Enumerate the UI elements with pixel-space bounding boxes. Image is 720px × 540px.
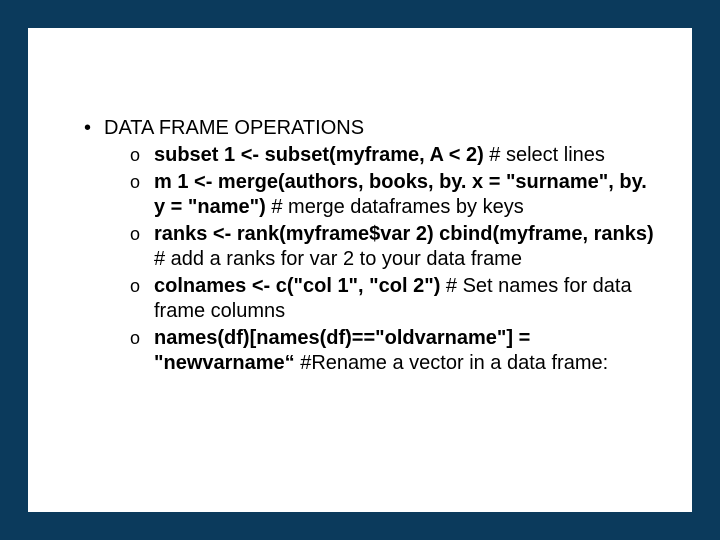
top-list: DATA FRAME OPERATIONS subset 1 <- subset… — [62, 116, 658, 376]
heading: DATA FRAME OPERATIONS — [104, 117, 364, 139]
list-item: colnames <- c("col 1", "col 2") # Set na… — [130, 274, 658, 324]
sub-list: subset 1 <- subset(myframe, A < 2) # sel… — [104, 143, 658, 376]
comment-span: # merge dataframes by keys — [266, 196, 524, 218]
list-item: subset 1 <- subset(myframe, A < 2) # sel… — [130, 143, 658, 168]
code-span: colnames <- c("col 1", "col 2") — [154, 275, 440, 297]
code-span: ranks <- rank(myframe$var 2) cbind(myfra… — [154, 223, 654, 245]
list-item: names(df)[names(df)=="oldvarname"] = "ne… — [130, 326, 658, 376]
code-span: subset 1 <- subset(myframe, A < 2) — [154, 144, 484, 166]
slide: DATA FRAME OPERATIONS subset 1 <- subset… — [28, 28, 692, 512]
content-block: DATA FRAME OPERATIONS subset 1 <- subset… — [62, 116, 658, 376]
comment-span: #Rename a vector in a data frame: — [295, 352, 609, 374]
comment-span: # select lines — [484, 144, 605, 166]
list-item: m 1 <- merge(authors, books, by. x = "su… — [130, 170, 658, 220]
list-item: ranks <- rank(myframe$var 2) cbind(myfra… — [130, 222, 658, 272]
top-item: DATA FRAME OPERATIONS subset 1 <- subset… — [84, 116, 658, 376]
comment-span: # add a ranks for var 2 to your data fra… — [154, 248, 522, 270]
